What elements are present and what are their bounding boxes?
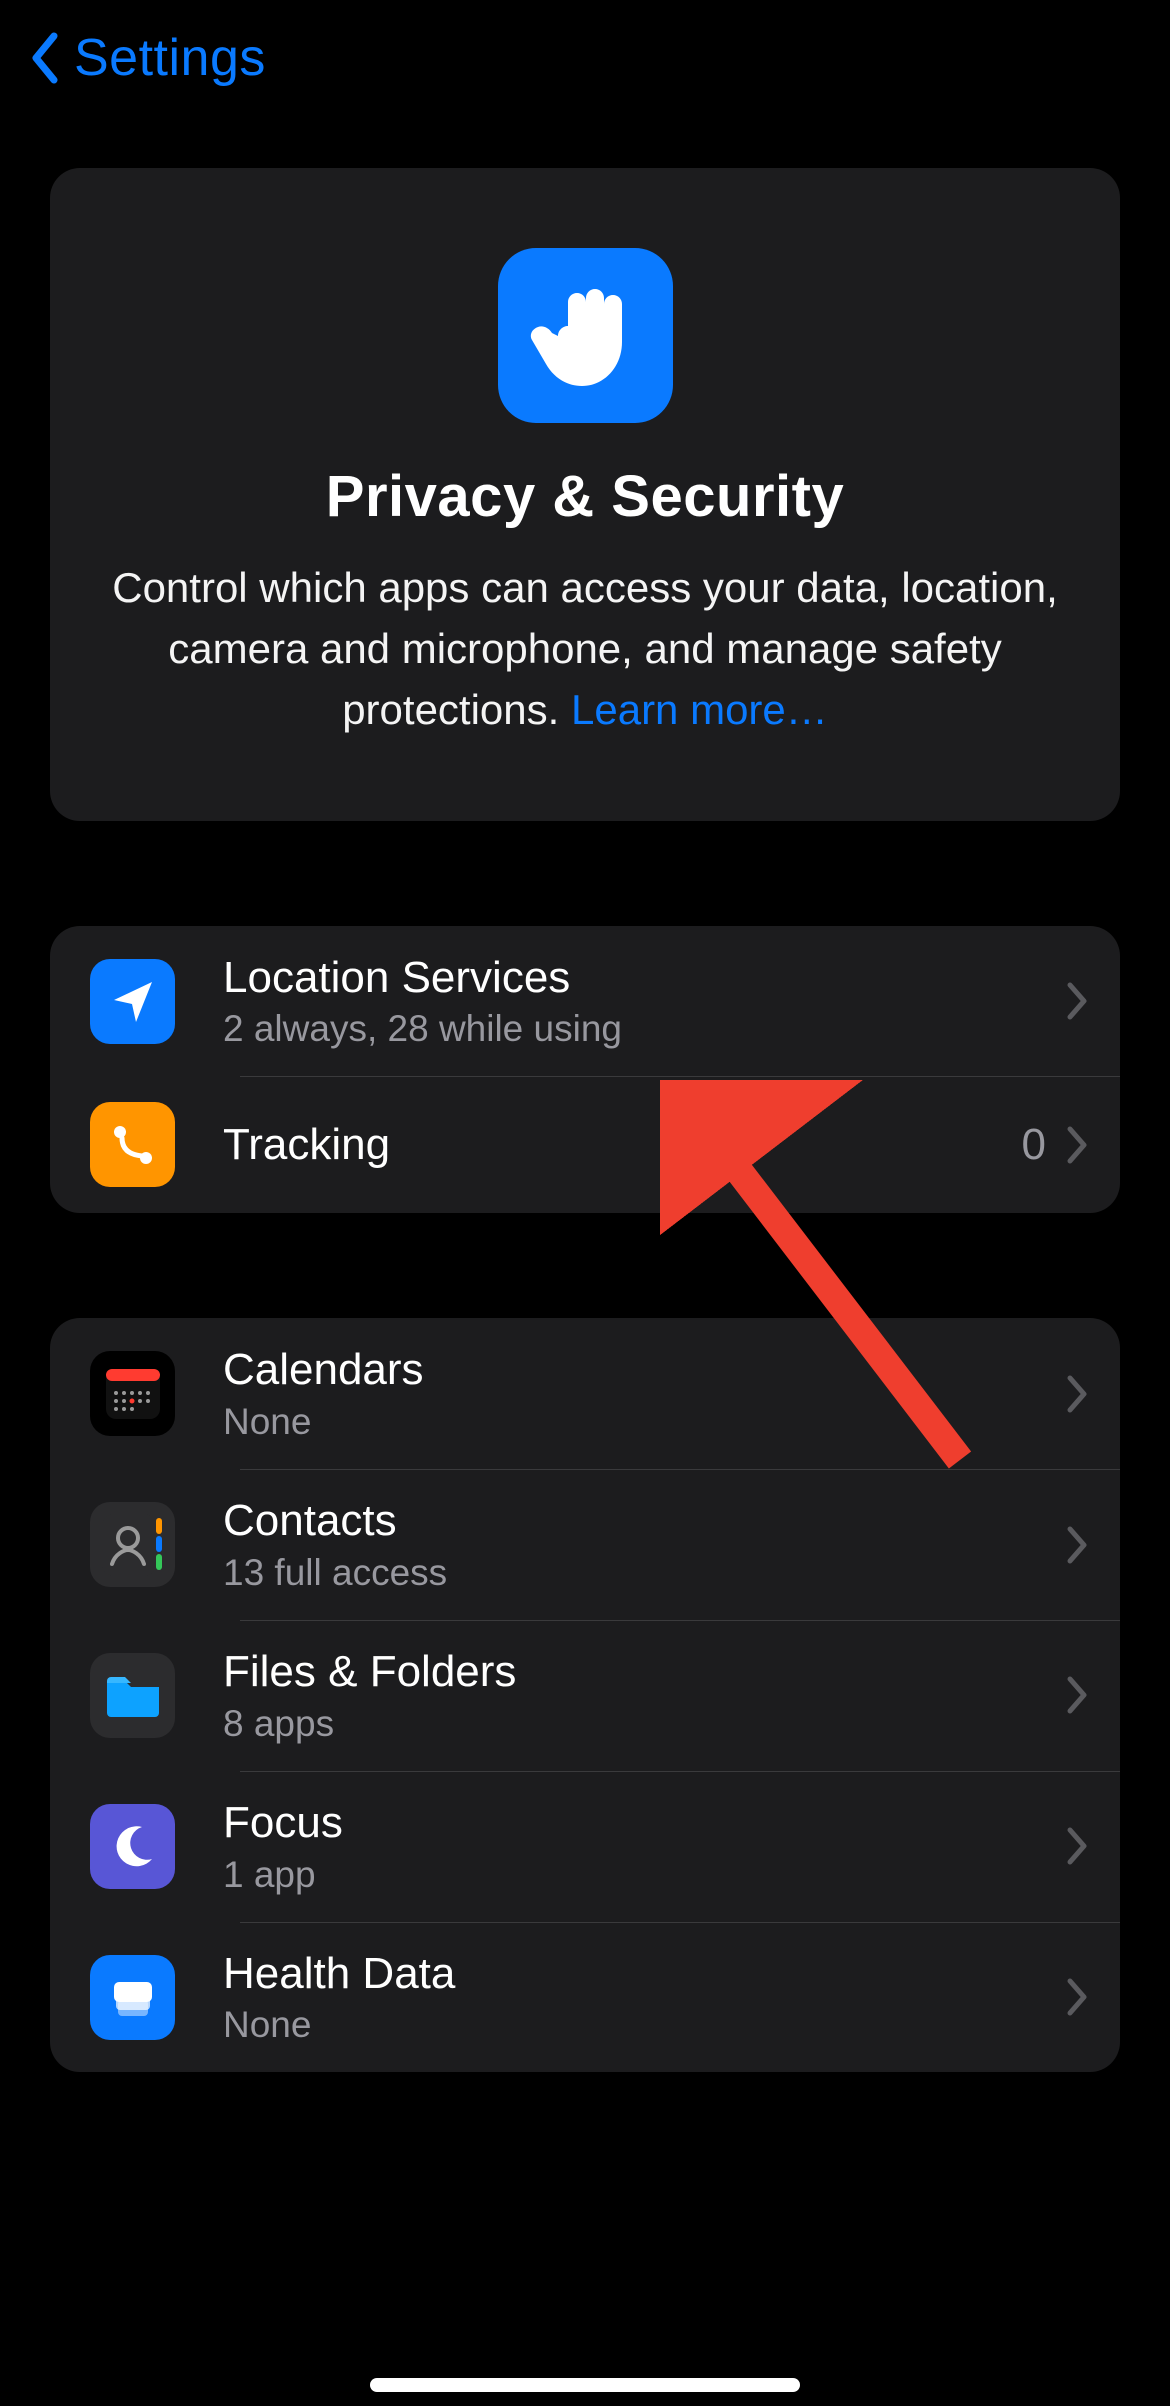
learn-more-link[interactable]: Learn more… (571, 686, 828, 733)
row-text: Focus 1 app (223, 1797, 1066, 1896)
focus-icon (90, 1804, 175, 1889)
header-card: Privacy & Security Control which apps ca… (50, 168, 1120, 821)
header-title: Privacy & Security (110, 463, 1060, 530)
home-indicator (370, 2378, 800, 2392)
privacy-icon (498, 248, 673, 423)
chevron-right-icon (1066, 1977, 1090, 2017)
content: Privacy & Security Control which apps ca… (0, 108, 1170, 2072)
row-calendars[interactable]: Calendars None (50, 1318, 1120, 1469)
row-label: Files & Folders (223, 1646, 1066, 1699)
row-sublabel: None (223, 1401, 1066, 1443)
chevron-right-icon (1066, 1675, 1090, 1715)
row-sublabel: 8 apps (223, 1703, 1066, 1745)
row-contacts[interactable]: Contacts 13 full access (50, 1469, 1120, 1620)
chevron-left-icon (30, 32, 60, 84)
row-text: Contacts 13 full access (223, 1495, 1066, 1594)
row-label: Tracking (223, 1119, 1022, 1172)
chevron-right-icon (1066, 1125, 1090, 1165)
settings-group-location: Location Services 2 always, 28 while usi… (50, 926, 1120, 1214)
row-label: Calendars (223, 1344, 1066, 1397)
row-value: 0 (1022, 1120, 1046, 1170)
chevron-right-icon (1066, 1826, 1090, 1866)
row-label: Contacts (223, 1495, 1066, 1548)
row-health-data[interactable]: Health Data None (50, 1922, 1120, 2073)
chevron-right-icon (1066, 1374, 1090, 1414)
row-label: Location Services (223, 952, 1066, 1005)
row-label: Health Data (223, 1948, 1066, 2001)
row-text: Location Services 2 always, 28 while usi… (223, 952, 1066, 1051)
row-text: Calendars None (223, 1344, 1066, 1443)
row-text: Tracking (223, 1119, 1022, 1172)
row-sublabel: 13 full access (223, 1552, 1066, 1594)
settings-group-data: Calendars None Contacts 13 ful (50, 1318, 1120, 2072)
files-icon (90, 1653, 175, 1738)
row-text: Files & Folders 8 apps (223, 1646, 1066, 1745)
chevron-right-icon (1066, 1525, 1090, 1565)
row-location-services[interactable]: Location Services 2 always, 28 while usi… (50, 926, 1120, 1077)
row-text: Health Data None (223, 1948, 1066, 2047)
chevron-right-icon (1066, 981, 1090, 1021)
contacts-icon (90, 1502, 175, 1587)
row-focus[interactable]: Focus 1 app (50, 1771, 1120, 1922)
health-icon (90, 1955, 175, 2040)
back-label[interactable]: Settings (74, 28, 266, 88)
row-label: Focus (223, 1797, 1066, 1850)
row-sublabel: 1 app (223, 1854, 1066, 1896)
row-files-and-folders[interactable]: Files & Folders 8 apps (50, 1620, 1120, 1771)
calendar-icon (90, 1351, 175, 1436)
row-sublabel: 2 always, 28 while using (223, 1008, 1066, 1050)
nav-bar: Settings (0, 0, 1170, 108)
row-sublabel: None (223, 2004, 1066, 2046)
back-button[interactable] (30, 32, 60, 84)
row-tracking[interactable]: Tracking 0 (50, 1076, 1120, 1213)
header-description: Control which apps can access your data,… (110, 558, 1060, 741)
location-icon (90, 959, 175, 1044)
tracking-icon (90, 1102, 175, 1187)
